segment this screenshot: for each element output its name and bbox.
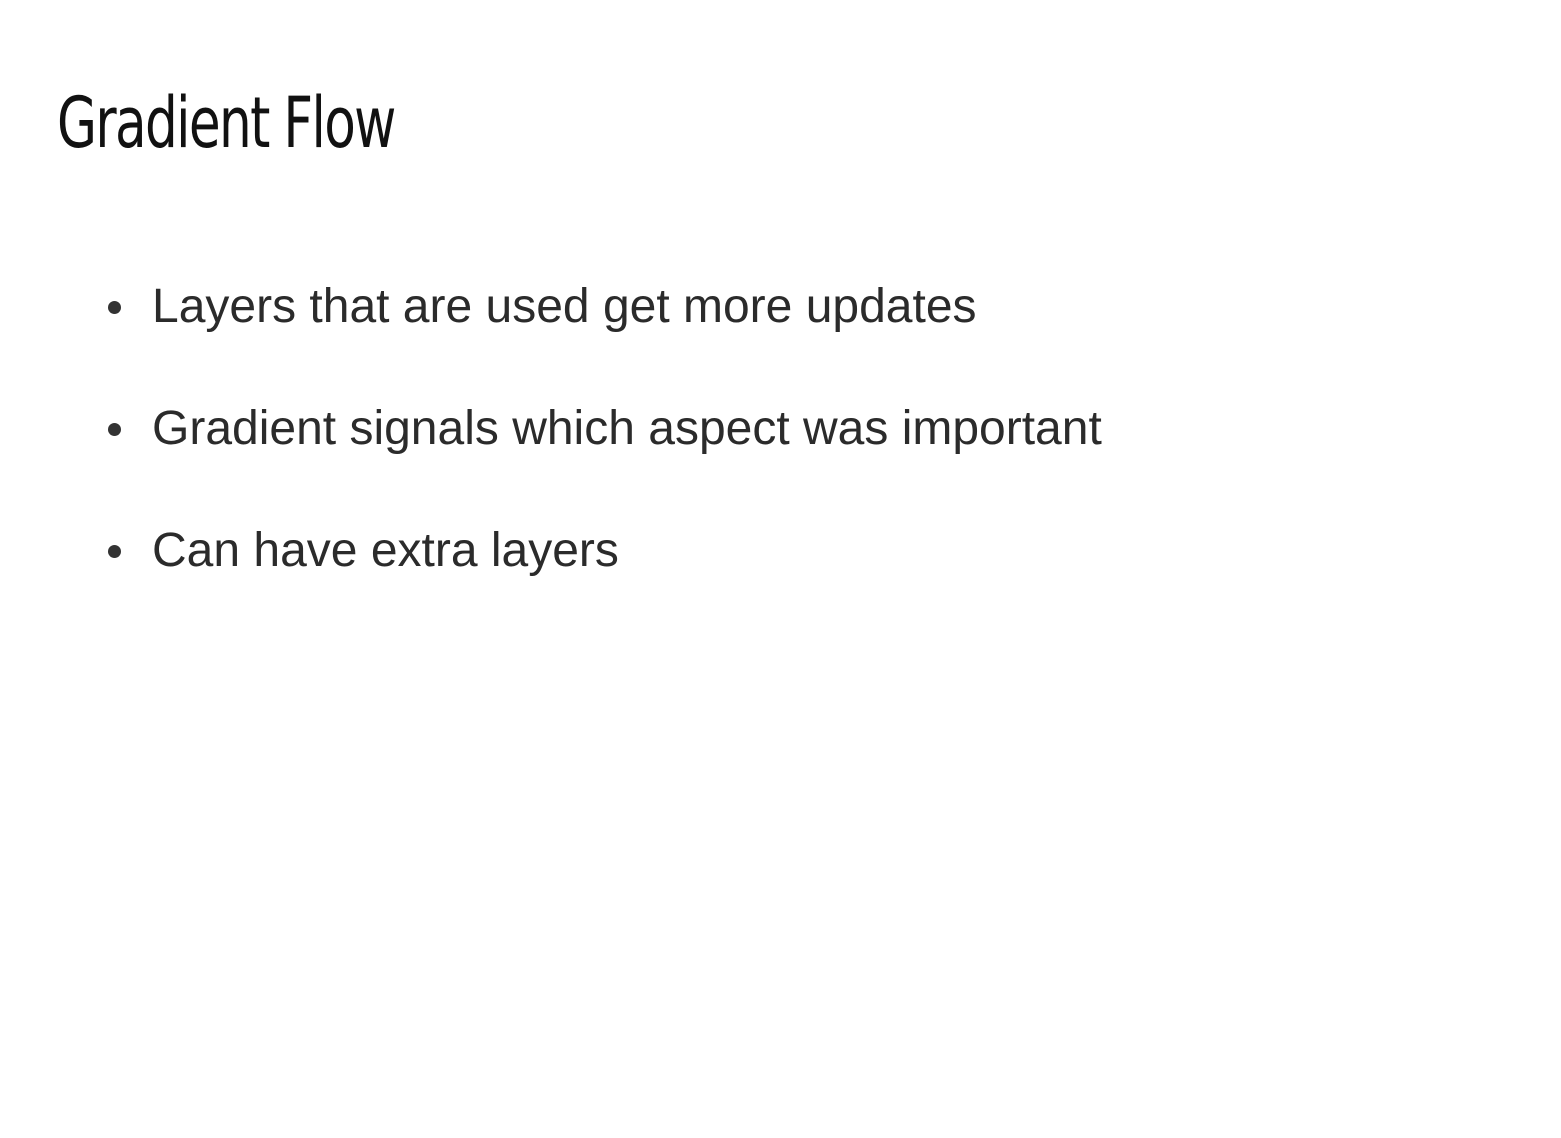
bullet-icon xyxy=(108,300,121,314)
slide: Gradient Flow Layers that are used get m… xyxy=(0,0,1561,1138)
bullet-list: Layers that are used get more updates Gr… xyxy=(108,276,1102,642)
slide-title: Gradient Flow xyxy=(57,82,396,164)
bullet-text: Can have extra layers xyxy=(152,524,619,577)
list-item: Gradient signals which aspect was import… xyxy=(108,398,1102,460)
list-item: Layers that are used get more updates xyxy=(108,276,1102,338)
bullet-icon xyxy=(108,422,121,436)
bullet-text: Layers that are used get more updates xyxy=(152,280,977,333)
bullet-icon xyxy=(108,544,121,558)
bullet-text: Gradient signals which aspect was import… xyxy=(152,402,1102,455)
list-item: Can have extra layers xyxy=(108,520,1102,582)
